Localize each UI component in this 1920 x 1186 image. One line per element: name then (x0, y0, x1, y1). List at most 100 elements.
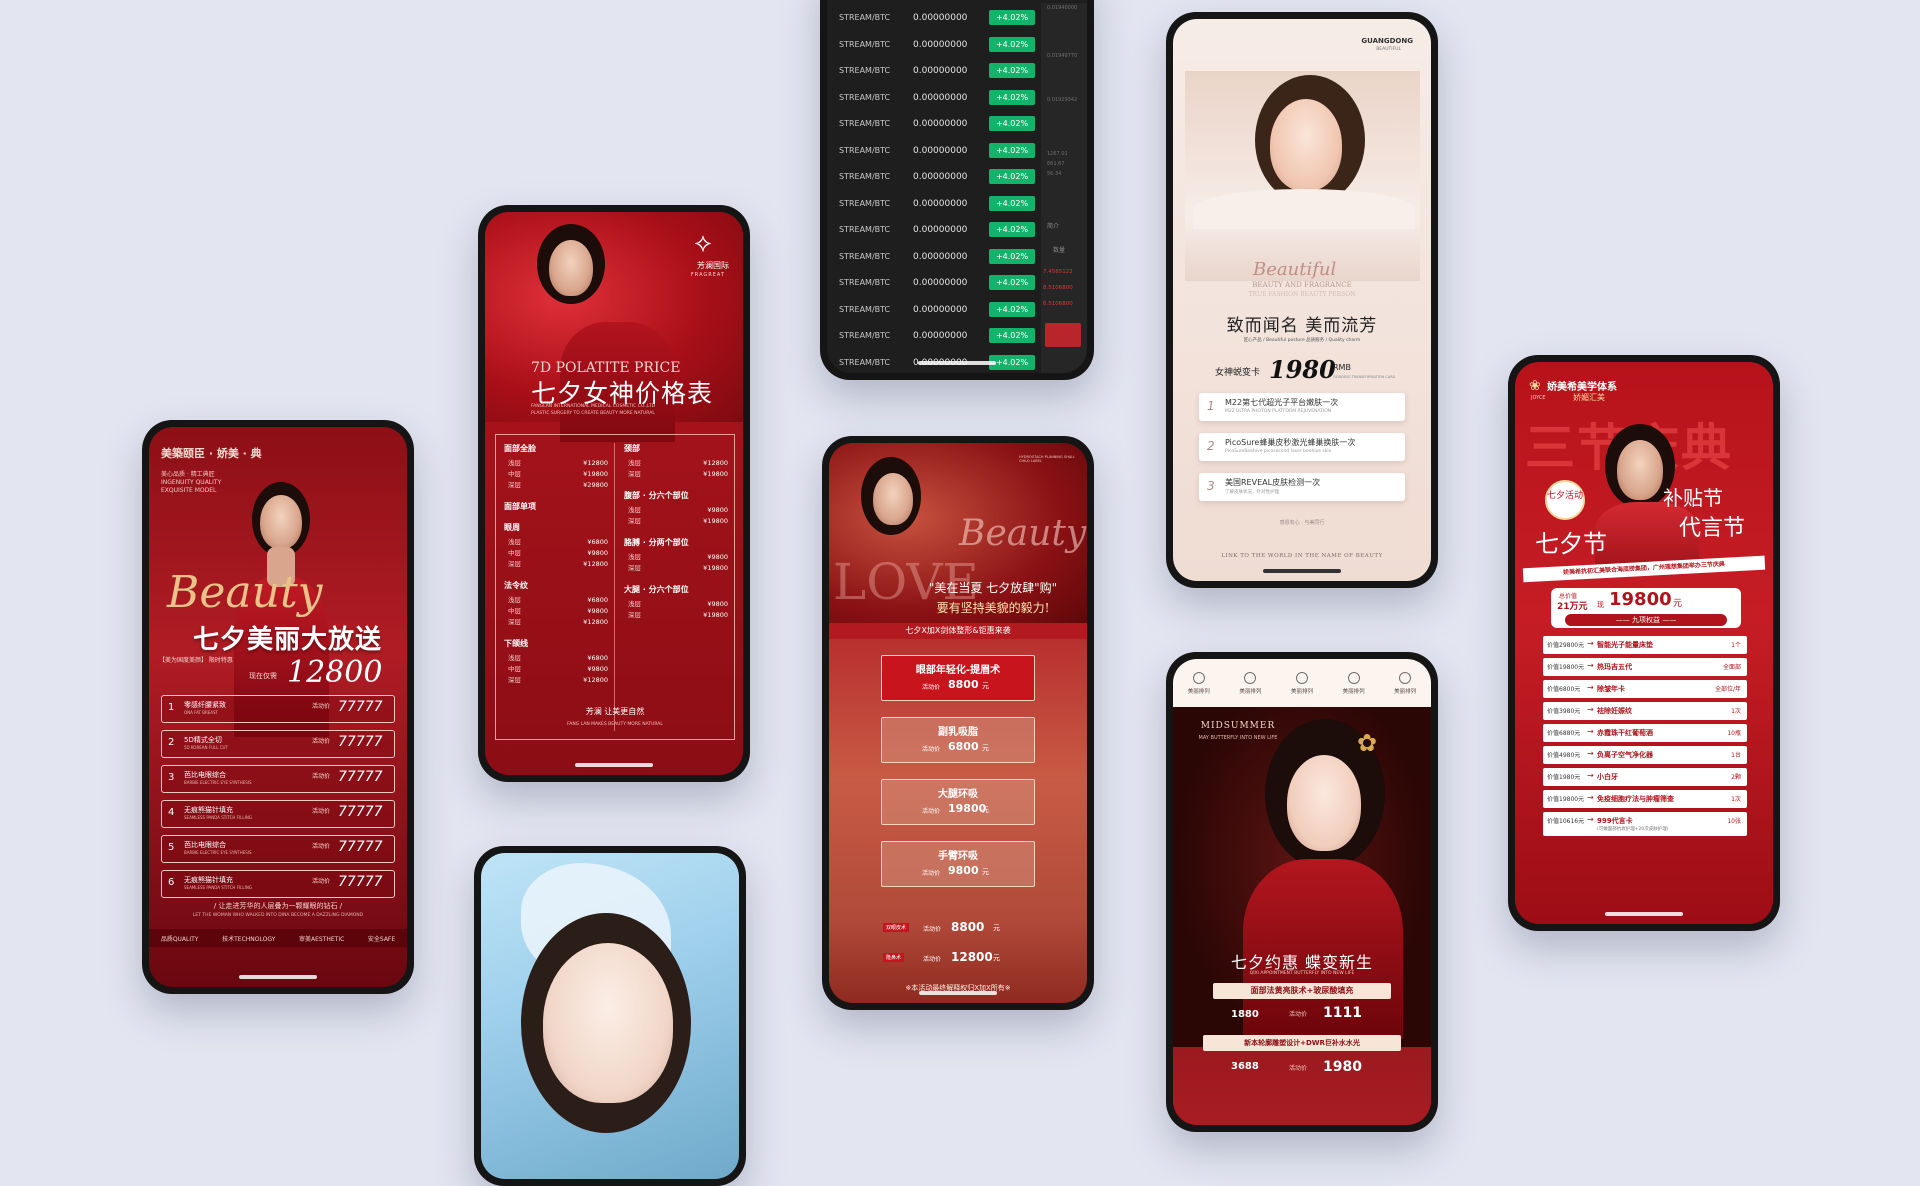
deal-label: 活动价 (922, 808, 941, 815)
market-row[interactable]: STREAM/BTC 0.00000000 +4.02% (835, 325, 1035, 352)
market-row[interactable]: STREAM/BTC 0.00000000 +4.02% (835, 140, 1035, 167)
benefit-row[interactable]: 价值10616元 → 999代言卡 10张 (可做面部抗衰护理+20次皮肤护理) (1543, 812, 1747, 836)
pair-label: STREAM/BTC (839, 145, 891, 155)
market-row[interactable]: STREAM/BTC 0.00000000 +4.02% (835, 219, 1035, 246)
price-value: 0.00000000 (913, 331, 968, 341)
home-indicator[interactable] (919, 991, 997, 995)
benefit-row[interactable]: 3 美国REVEAL皮肤检测一次 了解皮肤状况，针对性护理 (1199, 473, 1405, 501)
tags: 匠心产品 / Beautiful posture 品质服务 / Quality … (1243, 338, 1361, 343)
item-row[interactable]: 1 零感纤腰紧致 ONA FAT BREAST 活动价 77777 (161, 695, 395, 723)
market-row[interactable]: STREAM/BTC 0.00000000 +4.02% (835, 193, 1035, 220)
deal-card[interactable]: 副乳吸脂 活动价 6800 元 (881, 717, 1035, 763)
change-badge[interactable]: +4.02% (989, 301, 1035, 317)
tiny-deal-row[interactable]: 双眼皮术 活动价 8800 元 (883, 919, 1043, 941)
benefit-table: 价值29800元 → 智能光子能量床垫 1个 价值19800元 → 热玛吉五代 全面部 价值68… (1543, 636, 1747, 840)
item-en: ONA FAT BREAST (184, 710, 218, 715)
benefit-qty: 10张 (1727, 818, 1741, 825)
change-badge[interactable]: +4.02% (989, 89, 1035, 105)
title: 七夕美丽大放送 (193, 625, 383, 655)
arrow-icon: → (1587, 727, 1594, 736)
market-row[interactable]: STREAM/BTC 0.00000000 +4.02% (835, 113, 1035, 140)
sell-button[interactable] (1045, 323, 1081, 347)
change-badge[interactable]: +4.02% (989, 222, 1035, 237)
tier-label: 深层 (628, 517, 641, 525)
script: Beauty (959, 513, 1087, 554)
benefit-row[interactable]: 价值19800元 → 免疫细胞疗法与肿瘤筛查 1次 (1543, 790, 1747, 808)
change-badge[interactable]: +4.02% (989, 142, 1035, 158)
change-badge[interactable]: +4.02% (989, 169, 1035, 184)
benefit-row[interactable]: 价值4980元 → 负离子空气净化器 1台 (1543, 746, 1747, 764)
market-row[interactable]: STREAM/BTC 0.00000000 +4.02% (835, 60, 1035, 87)
benefit-row[interactable]: 价值6800元 → 除皱年卡 全部位/年 (1543, 680, 1747, 698)
benefit-row[interactable]: 价值29800元 → 智能光子能量床垫 1个 (1543, 636, 1747, 654)
home-indicator[interactable] (918, 361, 996, 365)
nav-item[interactable]: 美丽排列 (1394, 671, 1416, 695)
pair-label: STREAM/BTC (839, 331, 891, 340)
market-row[interactable]: STREAM/BTC 0.00000000 +4.02% (835, 34, 1035, 61)
price-value: 0.00000000 (913, 66, 968, 76)
deal-unit: 元 (993, 954, 1000, 962)
change-badge[interactable]: +4.02% (989, 248, 1035, 264)
benefit-note: (可做面部抗衰护理+20次皮肤护理) (1597, 827, 1669, 832)
change-badge[interactable]: +4.02% (989, 275, 1035, 290)
benefit-row[interactable]: 价值19800元 → 热玛吉五代 全面部 (1543, 658, 1747, 676)
tiny-deal-row[interactable]: 隆鼻术 活动价 12800 元 (883, 949, 1043, 971)
change-badge[interactable]: +4.02% (989, 116, 1035, 131)
change-badge[interactable]: +4.02% (989, 195, 1035, 211)
logo-cn: 芳澜国际 (697, 261, 729, 270)
change-badge[interactable]: +4.02% (989, 328, 1035, 343)
item-row[interactable]: 2 5D精式全切 5D KOREAN FULL CUT 活动价 77777 (161, 730, 395, 758)
market-row[interactable]: STREAM/BTC 0.00000000 +4.02% (835, 7, 1035, 34)
deal-card[interactable]: 大腿环吸 活动价 19800 元 (881, 779, 1035, 825)
group-heading: 胳膊 · 分两个部位 (624, 538, 689, 547)
nav-item[interactable]: 美丽排列 (1188, 671, 1210, 695)
item-row[interactable]: 4 无痕熊猫针填充 SEAMLESS PANDA STITCH FILLING 活动价… (161, 800, 395, 828)
market-row[interactable]: STREAM/BTC 0.00000000 +4.02% (835, 166, 1035, 193)
phone-mockup-crypto-list: STREAM/BTC 0.00000000 +4.02% STREAM/BTC 0.00… (820, 0, 1094, 380)
deal-unit: 元 (993, 924, 1000, 932)
nav-item[interactable]: 美丽排列 (1291, 671, 1313, 695)
benefit-row[interactable]: 价值1980元 → 小白牙 2颗 (1543, 768, 1747, 786)
price-row: 深层 ¥12800 (504, 617, 608, 628)
home-indicator[interactable] (1605, 912, 1683, 916)
benefit-row[interactable]: 价值6880元 → 赤霞珠干红葡萄酒 10瓶 (1543, 724, 1747, 742)
item-row[interactable]: 5 芭比电眼综合 BARBIE ELECTRIC EYE SYNTHESIS 活动价 7… (161, 835, 395, 863)
group-heading: 颈部 (624, 444, 640, 453)
item-label: 活动价 (312, 738, 331, 745)
benefit-cn: M22第七代超光子平台嫩肤一次 (1225, 398, 1339, 407)
market-row[interactable]: STREAM/BTC 0.00000000 +4.02% (835, 87, 1035, 114)
home-indicator[interactable] (575, 763, 653, 767)
market-row[interactable]: STREAM/BTC 0.00000000 +4.02% (835, 272, 1035, 299)
home-indicator[interactable] (1263, 569, 1341, 573)
deal-card[interactable]: 眼部年轻化-提眉术 活动价 8800 元 (881, 655, 1035, 701)
value-amount: 21万元 (1557, 602, 1588, 612)
thanks: 感恩有心 · 与美同行 (1279, 520, 1325, 526)
deal-card[interactable]: 手臂环吸 活动价 9800 元 (881, 841, 1035, 887)
nav-circle-icon (1244, 671, 1257, 684)
item-name: 芭比电眼综合 (184, 771, 226, 779)
nav-item[interactable]: 美丽排列 (1343, 671, 1365, 695)
item-price: 77777 (338, 734, 383, 750)
nav-item[interactable]: 美丽排列 (1239, 671, 1261, 695)
group-heading: 下颌线 (504, 639, 528, 648)
change-badge[interactable]: +4.02% (989, 63, 1035, 78)
market-row[interactable]: STREAM/BTC 0.00000000 +4.02% (835, 246, 1035, 273)
tier-price: ¥9800 (587, 607, 608, 615)
benefit-row[interactable]: 价值3980元 → 祛除妊娠纹 1次 (1543, 702, 1747, 720)
market-row[interactable]: STREAM/BTC 0.00000000 +4.02% (835, 299, 1035, 326)
change-badge[interactable]: +4.02% (989, 10, 1035, 25)
benefit-row[interactable]: 1 M22第七代超光子平台嫩肤一次 M22 ULTRA PHOTON PLATFOR… (1199, 393, 1405, 421)
brand-2: 娇媚汇美 (1573, 393, 1605, 402)
benefit-row[interactable]: 2 PicoSure蜂巢皮秒激光蜂巢换肤一次 PicoSureBeehive pic… (1199, 433, 1405, 461)
item-row[interactable]: 6 无痕熊猫针填充 SEAMLESS PANDA STITCH FILLING 活动价… (161, 870, 395, 898)
change-badge[interactable]: +4.02% (989, 36, 1035, 52)
price-unit: 元 (1673, 599, 1683, 609)
home-indicator[interactable] (239, 975, 317, 979)
benefit-number: 1 (1207, 399, 1215, 413)
item-number: 4 (168, 807, 175, 818)
price-label: 活动价 (1289, 1011, 1308, 1018)
item-row[interactable]: 3 芭比电眼综合 BARBIE ELECTRIC EYE SYNTHESIS 活动价 7… (161, 765, 395, 793)
pair-label: STREAM/BTC (839, 304, 891, 314)
phone-mockup-beauty-giveaway: 美築颐臣 · 娇美 · 典 美心品质 · 精工典匠 INGENUITY QUAL… (142, 420, 414, 994)
side-value: 0.01929342 (1047, 97, 1078, 103)
